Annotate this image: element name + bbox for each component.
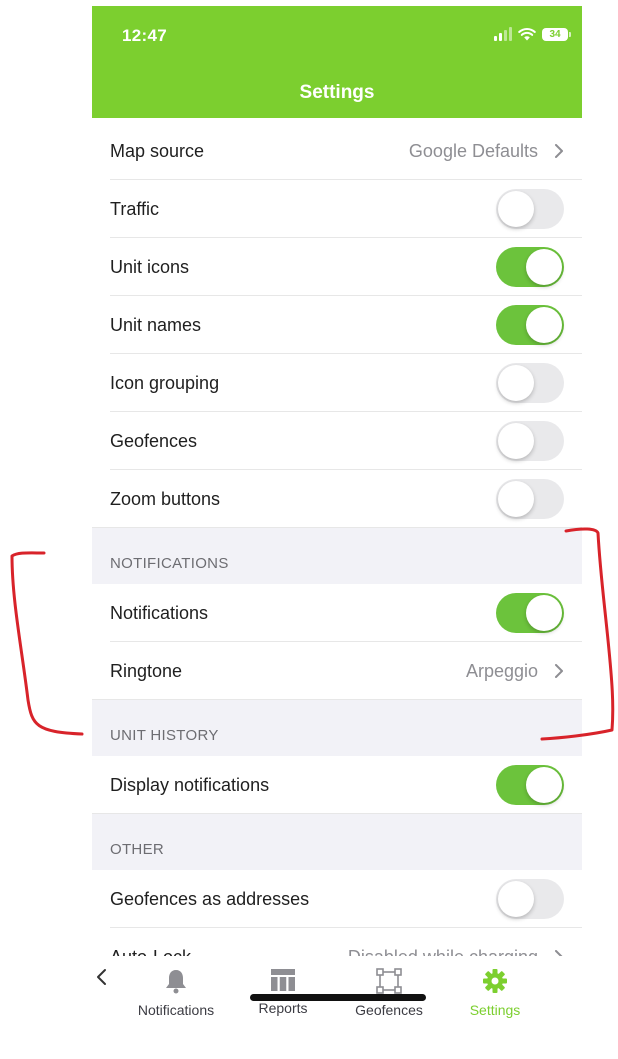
row-display-notifications: Display notifications xyxy=(92,756,582,814)
tab-bar: Notifications Reports Geofences Settings xyxy=(92,956,582,1059)
row-unit-icons: Unit icons xyxy=(92,238,582,296)
row-label: Unit icons xyxy=(110,256,190,277)
unit-icons-toggle[interactable] xyxy=(496,247,564,287)
home-indicator xyxy=(250,994,426,1001)
row-unit-names: Unit names xyxy=(92,296,582,354)
status-time: 12:47 xyxy=(122,26,167,45)
row-icon-grouping: Icon grouping xyxy=(92,354,582,412)
geofence-icon xyxy=(376,968,402,994)
row-label: Unit names xyxy=(110,314,202,335)
row-geofences: Geofences xyxy=(92,412,582,470)
tab-settings[interactable]: Settings xyxy=(445,968,545,1018)
zoom-buttons-toggle[interactable] xyxy=(496,479,564,519)
unit-names-toggle[interactable] xyxy=(496,305,564,345)
icon-grouping-toggle[interactable] xyxy=(496,363,564,403)
section-header-notifications: NOTIFICATIONS xyxy=(92,528,582,584)
row-label: Map source xyxy=(110,140,205,161)
chevron-right-icon xyxy=(555,144,563,158)
status-icons: 34 xyxy=(494,24,571,44)
display-notifications-toggle[interactable] xyxy=(496,765,564,805)
row-label: Icon grouping xyxy=(110,372,220,393)
tab-geofences[interactable]: Geofences xyxy=(339,968,439,1018)
row-value: Google Defaults xyxy=(408,140,538,161)
table-icon xyxy=(271,969,295,991)
battery-icon: 34 xyxy=(542,27,571,41)
row-value: Arpeggio xyxy=(465,660,538,681)
bell-icon xyxy=(166,970,186,994)
phone-screen: 12:47 34 Settings Map source Google Defa… xyxy=(92,6,582,1059)
traffic-toggle[interactable] xyxy=(496,189,564,229)
row-map-source[interactable]: Map source Google Defaults xyxy=(92,122,582,180)
settings-list[interactable]: Map source Google Defaults Traffic Unit … xyxy=(92,122,582,986)
tab-label: Reports xyxy=(258,1000,308,1016)
row-label: Ringtone xyxy=(110,660,183,681)
row-label: Geofences as addresses xyxy=(110,888,310,909)
notifications-toggle[interactable] xyxy=(496,593,564,633)
row-notifications: Notifications xyxy=(92,584,582,642)
row-label: Notifications xyxy=(110,602,209,623)
back-chevron-icon[interactable] xyxy=(94,968,108,986)
row-ringtone[interactable]: Ringtone Arpeggio xyxy=(92,642,582,700)
page-title: Settings xyxy=(299,82,375,103)
wifi-icon xyxy=(518,28,536,41)
section-header-other: OTHER xyxy=(92,814,582,870)
tab-label: Settings xyxy=(469,1002,521,1018)
tab-label: Geofences xyxy=(355,1002,423,1018)
cell-signal-icon xyxy=(494,27,512,41)
row-zoom-buttons: Zoom buttons xyxy=(92,470,582,528)
geofences-toggle[interactable] xyxy=(496,421,564,461)
tab-label: Notifications xyxy=(137,1002,215,1018)
row-label: Display notifications xyxy=(110,774,270,795)
tab-notifications[interactable]: Notifications xyxy=(126,968,226,1018)
gear-icon xyxy=(483,969,507,993)
row-label: Geofences xyxy=(110,430,198,451)
chevron-right-icon xyxy=(555,664,563,678)
row-geofences-as-addresses: Geofences as addresses xyxy=(92,870,582,928)
app-header: 12:47 34 Settings xyxy=(92,6,582,118)
row-traffic: Traffic xyxy=(92,180,582,238)
tab-reports[interactable]: Reports xyxy=(233,968,333,1016)
geofences-as-addresses-toggle[interactable] xyxy=(496,879,564,919)
section-header-unit-history: UNIT HISTORY xyxy=(92,700,582,756)
row-label: Zoom buttons xyxy=(110,488,221,509)
row-label: Traffic xyxy=(110,198,160,219)
